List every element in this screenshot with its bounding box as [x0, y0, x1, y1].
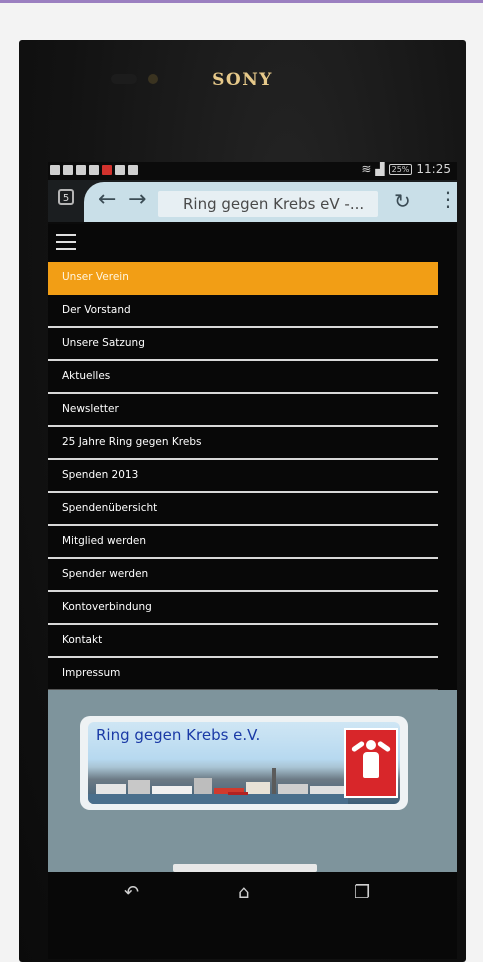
- wifi-icon: ≋: [361, 162, 372, 176]
- site-logo-card[interactable]: Ring gegen Krebs e.V.: [80, 716, 408, 810]
- back-icon[interactable]: ↶: [124, 882, 139, 903]
- menu-item-aktuelles[interactable]: Aktuelles: [48, 361, 438, 394]
- top-accent-line: [0, 0, 483, 3]
- menu-item-25-jahre[interactable]: 25 Jahre Ring gegen Krebs: [48, 427, 438, 460]
- menu-item-spendenuebersicht[interactable]: Spendenübersicht: [48, 493, 438, 526]
- status-bar: ≋ ▟ 25% 11:25: [48, 162, 457, 180]
- reload-icon[interactable]: ↻: [394, 189, 411, 213]
- menu-item-spenden-2013[interactable]: Spenden 2013: [48, 460, 438, 493]
- android-nav-bar: ↶ ⌂ ❐: [48, 874, 457, 914]
- menu-item-kontoverbindung[interactable]: Kontoverbindung: [48, 592, 438, 625]
- screen: ≋ ▟ 25% 11:25 5 ← → Ring gegen Krebs eV …: [48, 162, 457, 959]
- signal-icon: ▟: [375, 162, 385, 176]
- bag-icon: [115, 165, 125, 175]
- brand-logo: SONY: [212, 70, 273, 90]
- web-page: Unser Verein Der Vorstand Unsere Satzung…: [48, 224, 457, 959]
- org-name: Ring gegen Krebs e.V.: [96, 726, 261, 744]
- phone-frame: SONY ≋ ▟ 25% 11:25 5 ← → Ring gegen Kreb…: [19, 40, 466, 962]
- status-right: ≋ ▟ 25% 11:25: [361, 162, 451, 176]
- battery-indicator: 25%: [388, 163, 413, 175]
- charity-logo-icon: [344, 728, 398, 798]
- menu-item-kontakt[interactable]: Kontakt: [48, 625, 438, 658]
- menu-item-der-vorstand[interactable]: Der Vorstand: [48, 295, 438, 328]
- more-vert-icon[interactable]: ⋮: [438, 188, 457, 210]
- menu-item-impressum[interactable]: Impressum: [48, 658, 438, 691]
- scroll-indicator: [173, 864, 317, 872]
- browser-toolbar: 5 ← → Ring gegen Krebs eV -... ↻ ⋮: [48, 180, 457, 222]
- recents-icon[interactable]: ❐: [354, 882, 370, 903]
- app-icon: [102, 165, 112, 175]
- bag-icon: [128, 165, 138, 175]
- music-icon: [89, 165, 99, 175]
- menu-item-unsere-satzung[interactable]: Unsere Satzung: [48, 328, 438, 361]
- url-field[interactable]: Ring gegen Krebs eV -...: [158, 191, 378, 217]
- banner-area: Ring gegen Krebs e.V.: [48, 690, 457, 872]
- hamburger-icon[interactable]: [56, 234, 76, 255]
- menu-item-mitglied-werden[interactable]: Mitglied werden: [48, 526, 438, 559]
- arrow-left-icon[interactable]: ←: [98, 189, 116, 211]
- address-bar: ← → Ring gegen Krebs eV -... ↻ ⋮: [84, 182, 457, 222]
- site-menu: Unser Verein Der Vorstand Unsere Satzung…: [48, 262, 438, 691]
- logo-banner: Ring gegen Krebs e.V.: [88, 722, 400, 804]
- home-icon[interactable]: ⌂: [238, 882, 249, 903]
- menu-item-spender-werden[interactable]: Spender werden: [48, 559, 438, 592]
- clock: 11:25: [416, 162, 451, 176]
- harbor-skyline-image: [88, 768, 348, 804]
- menu-item-unser-verein[interactable]: Unser Verein: [48, 262, 438, 295]
- notification-icons: [50, 165, 138, 175]
- tab-switcher-button[interactable]: 5: [58, 189, 74, 205]
- arrow-right-icon[interactable]: →: [128, 189, 146, 211]
- calendar-icon: [50, 165, 60, 175]
- shield-icon: [76, 165, 86, 175]
- menu-item-newsletter[interactable]: Newsletter: [48, 394, 438, 427]
- mail-icon: [63, 165, 73, 175]
